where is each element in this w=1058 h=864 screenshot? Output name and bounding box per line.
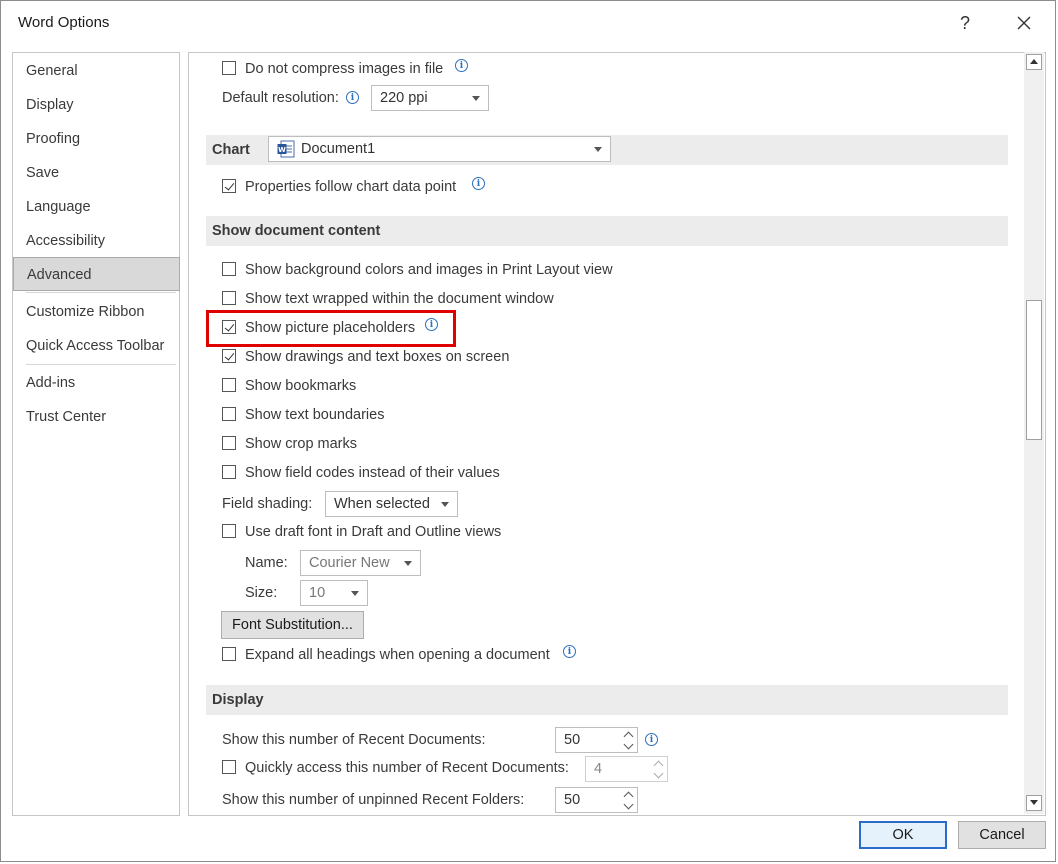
sidebar-item-language[interactable]: Language xyxy=(13,190,179,224)
window-title: Word Options xyxy=(18,14,110,31)
recent-docs-spinner[interactable]: 50 xyxy=(555,727,638,753)
show-field-codes-checkbox[interactable] xyxy=(222,465,236,479)
highlight-box xyxy=(206,310,456,347)
sidebar-item-quick-access-toolbar[interactable]: Quick Access Toolbar xyxy=(13,329,179,363)
quick-access-label: Quickly access this number of Recent Doc… xyxy=(245,760,569,776)
unpinned-folders-spinner[interactable]: 50 xyxy=(555,787,638,813)
section-show-content-title: Show document content xyxy=(212,223,381,239)
sidebar-item-save[interactable]: Save xyxy=(13,156,179,190)
properties-follow-label: Properties follow chart data point xyxy=(245,179,457,195)
show-drawings-checkbox[interactable] xyxy=(222,349,236,363)
sidebar: General Display Proofing Save Language A… xyxy=(12,52,180,816)
spinner-down-icon[interactable] xyxy=(623,799,634,812)
ok-button[interactable]: OK xyxy=(859,821,947,849)
expand-headings-checkbox[interactable] xyxy=(222,647,236,661)
cancel-button[interactable]: Cancel xyxy=(958,821,1046,849)
font-substitution-button[interactable]: Font Substitution... xyxy=(221,611,364,639)
show-field-codes-label: Show field codes instead of their values xyxy=(245,465,500,481)
section-display-title: Display xyxy=(212,692,264,708)
unpinned-folders-label: Show this number of unpinned Recent Fold… xyxy=(222,792,525,808)
chevron-down-icon xyxy=(404,561,412,566)
section-display: Display xyxy=(206,685,1008,715)
svg-text:W: W xyxy=(278,146,286,154)
close-button[interactable] xyxy=(1006,9,1042,37)
chevron-down-icon xyxy=(441,502,449,507)
draft-font-size-label: Size: xyxy=(245,585,278,601)
draft-font-name-label: Name: xyxy=(245,555,288,571)
quick-access-spinner[interactable]: 4 xyxy=(585,756,668,782)
expand-headings-label: Expand all headings when opening a docum… xyxy=(245,647,550,663)
show-text-boundaries-checkbox[interactable] xyxy=(222,407,236,421)
no-compress-checkbox[interactable] xyxy=(222,61,236,75)
info-icon: i xyxy=(455,59,468,72)
quick-access-checkbox[interactable] xyxy=(222,760,236,774)
default-resolution-select[interactable]: 220 ppi xyxy=(371,85,489,111)
properties-follow-checkbox[interactable] xyxy=(222,179,236,193)
chevron-down-icon xyxy=(472,96,480,101)
arrow-down-icon xyxy=(1030,800,1038,805)
default-resolution-label: Default resolution: xyxy=(222,90,339,106)
show-bookmarks-checkbox[interactable] xyxy=(222,378,236,392)
scroll-up-button[interactable] xyxy=(1026,54,1042,70)
show-background-checkbox[interactable] xyxy=(222,262,236,276)
draft-font-checkbox[interactable] xyxy=(222,524,236,538)
show-text-boundaries-label: Show text boundaries xyxy=(245,407,385,423)
sidebar-item-general[interactable]: General xyxy=(13,54,179,88)
spinner-down-icon[interactable] xyxy=(623,739,634,752)
close-icon xyxy=(1017,16,1031,30)
sidebar-item-accessibility[interactable]: Accessibility xyxy=(13,224,179,258)
info-icon: i xyxy=(346,91,359,104)
sidebar-item-display[interactable]: Display xyxy=(13,88,179,122)
show-text-wrapped-label: Show text wrapped within the document wi… xyxy=(245,291,554,307)
recent-docs-label: Show this number of Recent Documents: xyxy=(222,732,486,748)
sidebar-item-add-ins[interactable]: Add-ins xyxy=(13,366,179,400)
info-icon: i xyxy=(563,645,576,658)
arrow-up-icon xyxy=(1030,59,1038,64)
show-drawings-label: Show drawings and text boxes on screen xyxy=(245,349,510,365)
unpinned-folders-value: 50 xyxy=(564,792,581,808)
show-crop-marks-checkbox[interactable] xyxy=(222,436,236,450)
draft-font-size-select[interactable]: 10 xyxy=(300,580,368,606)
sidebar-divider xyxy=(26,364,176,365)
chevron-down-icon xyxy=(594,147,602,152)
draft-font-name-select[interactable]: Courier New xyxy=(300,550,421,576)
draft-font-name-value: Courier New xyxy=(309,555,390,571)
section-chart-title: Chart xyxy=(212,142,250,158)
options-panel: Do not compress images in file i Default… xyxy=(188,52,1046,816)
no-compress-label: Do not compress images in file xyxy=(245,61,444,77)
sidebar-divider xyxy=(26,292,176,293)
field-shading-label: Field shading: xyxy=(222,496,313,512)
section-show-document-content: Show document content xyxy=(206,216,1008,246)
field-shading-value: When selected xyxy=(334,496,430,512)
quick-access-value: 4 xyxy=(594,761,603,777)
field-shading-select[interactable]: When selected xyxy=(325,491,458,517)
show-background-label: Show background colors and images in Pri… xyxy=(245,262,613,278)
chart-document-value: Document1 xyxy=(301,141,376,157)
title-bar: Word Options ? xyxy=(0,0,1056,46)
vertical-scrollbar[interactable] xyxy=(1024,52,1044,814)
default-resolution-value: 220 ppi xyxy=(380,90,428,106)
draft-font-size-value: 10 xyxy=(309,585,326,601)
recent-docs-value: 50 xyxy=(564,732,581,748)
scroll-down-button[interactable] xyxy=(1026,795,1042,811)
chart-document-select[interactable]: W Document1 xyxy=(268,136,611,162)
help-button[interactable]: ? xyxy=(947,9,983,37)
sidebar-item-advanced[interactable]: Advanced xyxy=(13,257,180,291)
info-icon: i xyxy=(645,733,658,746)
scrollbar-thumb[interactable] xyxy=(1026,300,1042,440)
show-text-wrapped-checkbox[interactable] xyxy=(222,291,236,305)
show-bookmarks-label: Show bookmarks xyxy=(245,378,357,394)
chevron-down-icon xyxy=(351,591,359,596)
spinner-down-icon[interactable] xyxy=(653,768,664,781)
sidebar-item-proofing[interactable]: Proofing xyxy=(13,122,179,156)
draft-font-label: Use draft font in Draft and Outline view… xyxy=(245,524,502,540)
word-document-icon: W xyxy=(277,140,295,158)
sidebar-item-customize-ribbon[interactable]: Customize Ribbon xyxy=(13,295,179,329)
show-crop-marks-label: Show crop marks xyxy=(245,436,358,452)
sidebar-item-trust-center[interactable]: Trust Center xyxy=(13,400,179,434)
info-icon: i xyxy=(472,177,485,190)
